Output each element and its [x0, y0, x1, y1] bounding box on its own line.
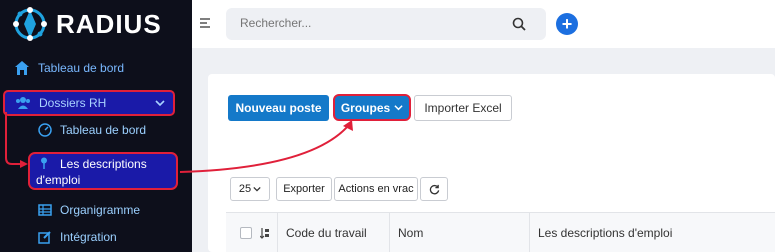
annotation-arrow-down — [5, 112, 22, 165]
annotation-arrows — [5, 112, 353, 173]
annotation-arrow-curve — [179, 125, 349, 173]
annotation-arrowhead — [20, 160, 28, 168]
